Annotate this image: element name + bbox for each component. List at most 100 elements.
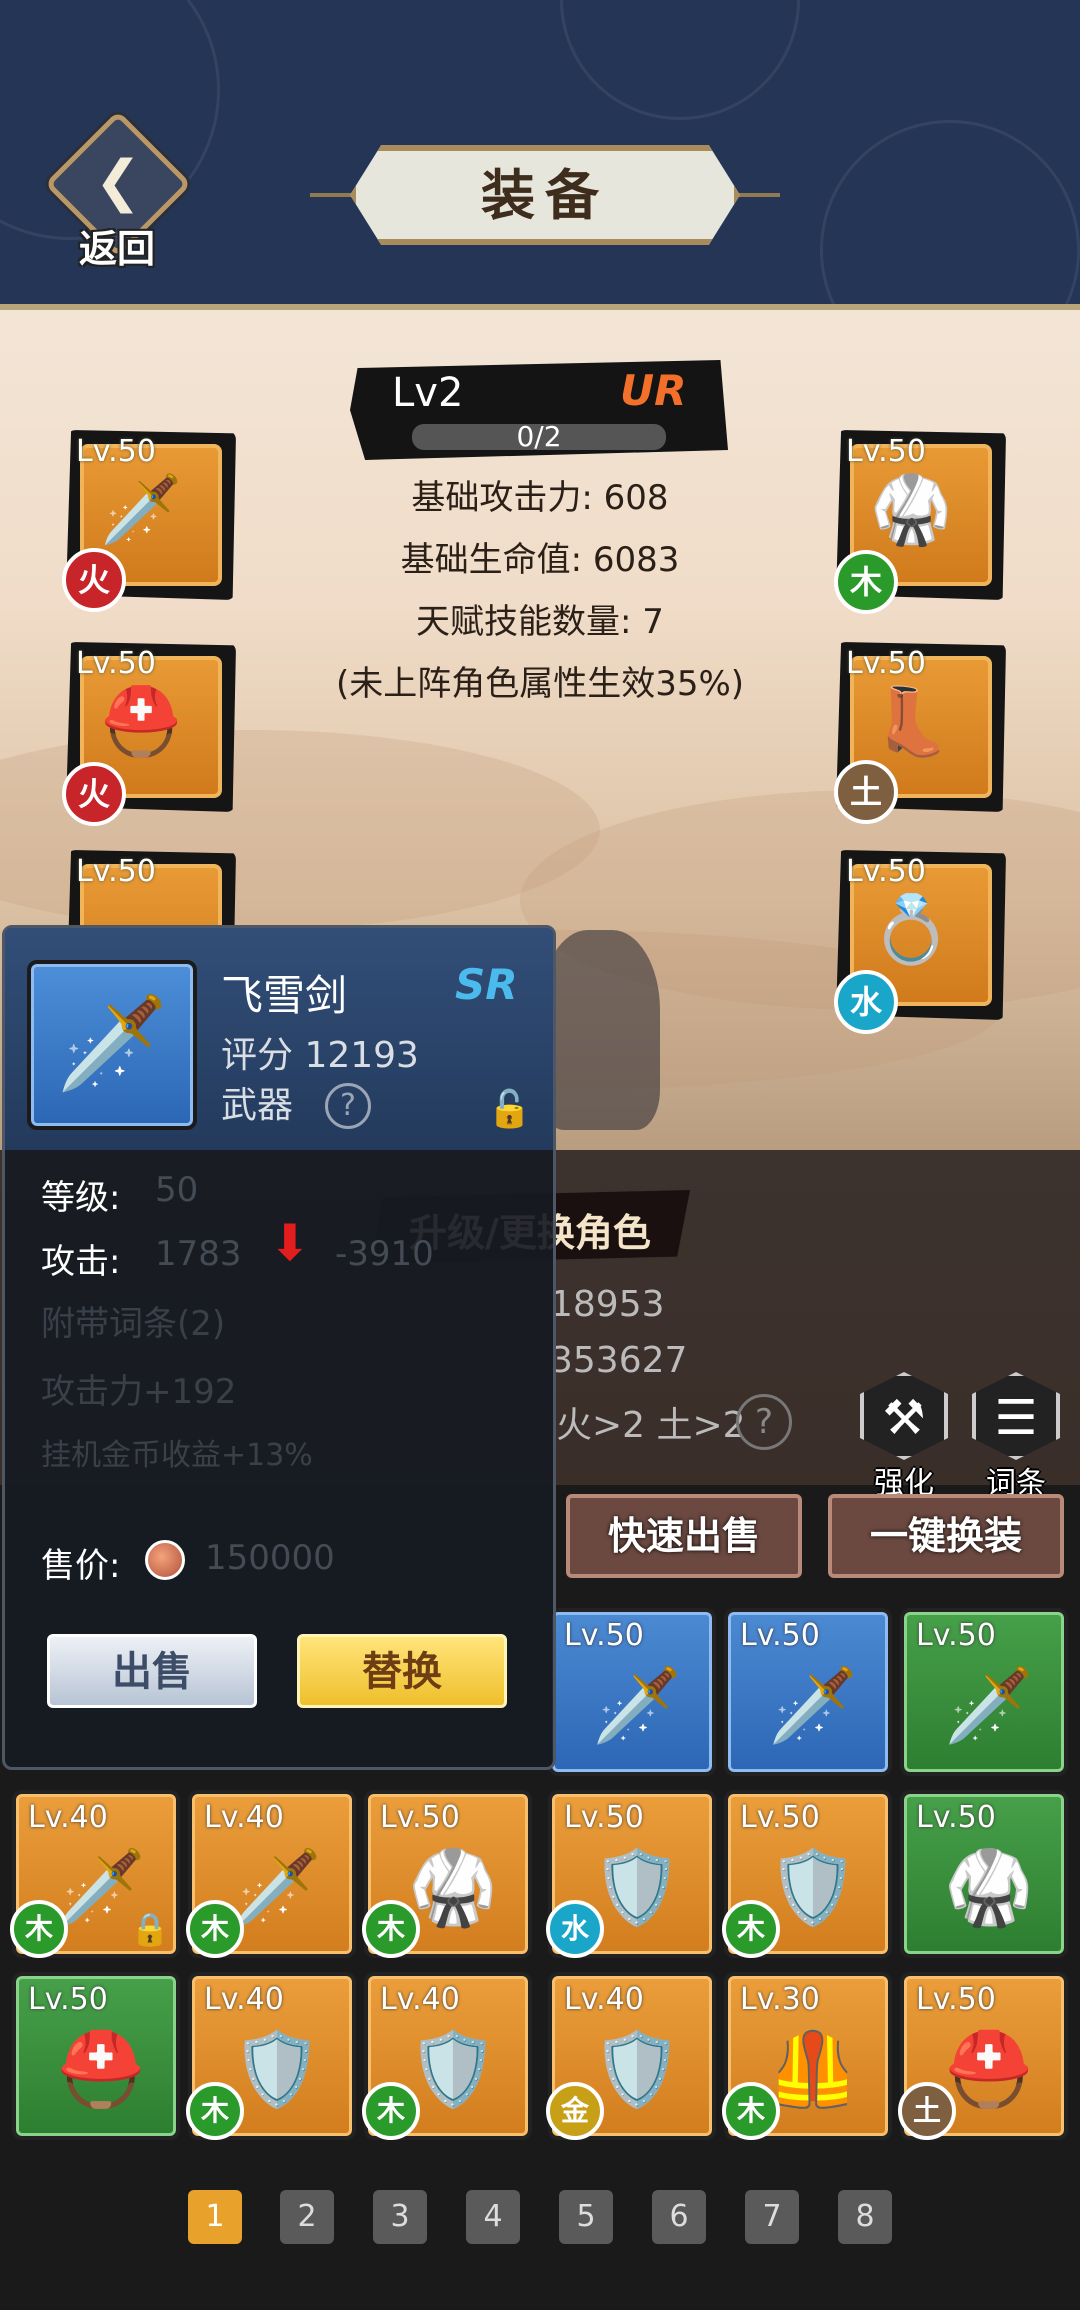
armor-icon: 🛡️ bbox=[408, 2027, 498, 2111]
equip-level: Lv.50 bbox=[76, 646, 156, 681]
helmet-icon: ⛑️ bbox=[944, 2027, 1034, 2111]
water-element-icon: 水 bbox=[546, 1900, 604, 1958]
item-level: Lv.50 bbox=[916, 1618, 996, 1653]
hero-level: Lv2 bbox=[392, 370, 464, 416]
unlock-icon[interactable]: 🔓 bbox=[487, 1088, 532, 1130]
page-button-4[interactable]: 4 bbox=[466, 2190, 520, 2244]
element-requirement: 火>2 土>2 bbox=[556, 1405, 746, 1446]
inventory-item[interactable]: Lv.40 🛡️ 木 bbox=[186, 1972, 356, 2140]
wood-element-icon: 木 bbox=[362, 2082, 420, 2140]
inventory-item[interactable]: Lv.30 🦺 木 bbox=[722, 1972, 892, 2140]
hero-progress-text: 0/2 bbox=[516, 420, 562, 453]
item-level: Lv.40 bbox=[564, 1982, 644, 2017]
page-button-3[interactable]: 3 bbox=[373, 2190, 427, 2244]
inventory-item[interactable]: Lv.50 🗡️ bbox=[548, 1608, 716, 1776]
item-level: Lv.50 bbox=[380, 1800, 460, 1835]
item-rarity: SR bbox=[455, 960, 518, 1009]
inventory-item[interactable]: Lv.50 🥋 木 bbox=[362, 1790, 532, 1958]
inventory-item[interactable]: Lv.40 🗡️ 木 bbox=[186, 1790, 356, 1958]
hero-figure[interactable] bbox=[540, 930, 660, 1130]
wood-element-icon: 木 bbox=[834, 550, 898, 614]
item-name: 飞雪剑 bbox=[221, 971, 348, 1020]
inventory-item[interactable]: Lv.40 🛡️ 金 bbox=[546, 1972, 716, 2140]
armor-icon: 🥋 bbox=[870, 471, 953, 548]
quick-sell-button[interactable]: 快速出售 bbox=[566, 1494, 802, 1578]
equip-level: Lv.50 bbox=[846, 434, 926, 469]
total-attack-value: 18953 bbox=[550, 1284, 665, 1325]
item-attack-value: 1783 bbox=[155, 1234, 242, 1274]
item-level: Lv.50 bbox=[564, 1800, 644, 1835]
back-button[interactable]: ❮ 返回 bbox=[42, 110, 192, 272]
item-price-value: 150000 bbox=[205, 1538, 335, 1578]
sword-icon: 🗡️ bbox=[232, 1845, 322, 1929]
wood-element-icon: 木 bbox=[722, 1900, 780, 1958]
page-button-8[interactable]: 8 bbox=[838, 2190, 892, 2244]
item-affix-header: 附带词条(2) bbox=[41, 1304, 226, 1344]
armor-icon: 🥋 bbox=[944, 1845, 1034, 1929]
item-level: Lv.50 bbox=[564, 1618, 644, 1653]
helmet-icon: ⛑️ bbox=[56, 2027, 146, 2111]
item-level: Lv.40 bbox=[204, 1982, 284, 2017]
armor-icon: 🦺 bbox=[768, 2027, 858, 2111]
item-level: Lv.50 bbox=[916, 1800, 996, 1835]
affix-button[interactable]: ☰ 词条 bbox=[968, 1372, 1064, 1502]
page-button-5[interactable]: 5 bbox=[559, 2190, 613, 2244]
wood-element-icon: 木 bbox=[10, 1900, 68, 1958]
inventory-item[interactable]: Lv.50 ⛑️ 土 bbox=[898, 1972, 1068, 2140]
hammer-icon: ⚒ bbox=[860, 1372, 948, 1460]
hero-base-attack: 基础攻击力: 608 bbox=[411, 478, 669, 518]
ring-icon: 💍 bbox=[870, 891, 953, 968]
page-title: 装备 bbox=[481, 163, 609, 227]
equip-level: Lv.50 bbox=[76, 854, 156, 889]
wood-element-icon: 木 bbox=[186, 1900, 244, 1958]
page-button-7[interactable]: 7 bbox=[745, 2190, 799, 2244]
inventory-item[interactable]: Lv.50 🛡️ 木 bbox=[722, 1790, 892, 1958]
item-score: 评分 12193 bbox=[221, 1035, 419, 1076]
auto-equip-button[interactable]: 一键换装 bbox=[828, 1494, 1064, 1578]
help-icon[interactable]: ? bbox=[736, 1394, 792, 1450]
sword-icon: 🗡️ bbox=[768, 1663, 858, 1747]
item-level: Lv.50 bbox=[740, 1618, 820, 1653]
inventory-item[interactable]: Lv.50 ⛑️ bbox=[12, 1972, 180, 2140]
list-icon: ☰ bbox=[972, 1372, 1060, 1460]
sword-icon: 🗡️ bbox=[592, 1663, 682, 1747]
hero-rank-banner: Lv2 UR 0/2 bbox=[350, 360, 728, 460]
enhance-button[interactable]: ⚒ 强化 bbox=[856, 1372, 952, 1502]
item-price-label: 售价: bbox=[41, 1546, 121, 1586]
wood-element-icon: 木 bbox=[722, 2082, 780, 2140]
replace-button[interactable]: 替换 bbox=[297, 1634, 507, 1708]
top-bar: ❮ 返回 装备 bbox=[0, 0, 1080, 310]
page-button-6[interactable]: 6 bbox=[652, 2190, 706, 2244]
water-element-icon: 水 bbox=[834, 970, 898, 1034]
inventory-item[interactable]: Lv.50 🛡️ 水 bbox=[546, 1790, 716, 1958]
armor-icon: 🛡️ bbox=[768, 1845, 858, 1929]
back-arrow-icon: ❮ bbox=[94, 149, 142, 214]
item-level-value: 50 bbox=[155, 1170, 199, 1210]
item-level: Lv.50 bbox=[28, 1982, 108, 2017]
inventory-item[interactable]: Lv.40 🛡️ 木 bbox=[362, 1972, 532, 2140]
item-level-label: 等级: bbox=[41, 1178, 121, 1218]
equip-level: Lv.50 bbox=[846, 854, 926, 889]
armor-icon: 🥋 bbox=[408, 1845, 498, 1929]
item-level: Lv.30 bbox=[740, 1982, 820, 2017]
page-button-2[interactable]: 2 bbox=[280, 2190, 334, 2244]
down-arrow-icon: ⬇ bbox=[269, 1214, 311, 1272]
armor-icon: 🛡️ bbox=[592, 2027, 682, 2111]
inventory-item[interactable]: Lv.50 🥋 bbox=[900, 1790, 1068, 1958]
inventory-item[interactable]: Lv.50 🗡️ bbox=[724, 1608, 892, 1776]
help-icon[interactable]: ? bbox=[325, 1083, 371, 1129]
page-button-1[interactable]: 1 bbox=[188, 2190, 242, 2244]
sell-button[interactable]: 出售 bbox=[47, 1634, 257, 1708]
equip-level: Lv.50 bbox=[76, 434, 156, 469]
inventory-item[interactable]: Lv.50 🗡️ bbox=[900, 1608, 1068, 1776]
total-hp-value: 353627 bbox=[550, 1340, 688, 1381]
hero-rarity: UR bbox=[620, 366, 687, 415]
back-label: 返回 bbox=[78, 227, 155, 271]
hero-base-hp: 基础生命值: 6083 bbox=[400, 540, 680, 580]
earth-element-icon: 土 bbox=[898, 2082, 956, 2140]
decor-swirl bbox=[820, 120, 1080, 304]
helmet-icon: ⛑️ bbox=[100, 683, 183, 760]
item-level: Lv.40 bbox=[28, 1800, 108, 1835]
inventory-item[interactable]: Lv.40 🗡️ 木 🔒 bbox=[10, 1790, 180, 1958]
fire-element-icon: 火 bbox=[62, 548, 126, 612]
